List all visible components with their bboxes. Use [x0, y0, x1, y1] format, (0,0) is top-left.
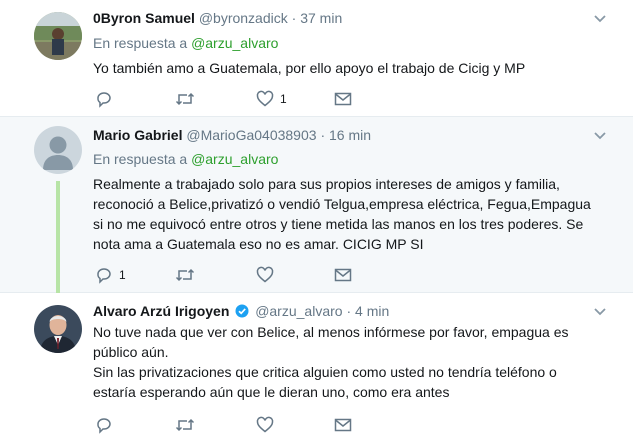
retweet-button[interactable]	[175, 89, 201, 109]
avatar-byron[interactable]	[34, 12, 82, 60]
tweet-text: Yo también amo a Guatemala, por ello apo…	[93, 58, 613, 78]
verified-icon	[235, 304, 249, 318]
separator-dot: ·	[291, 10, 297, 26]
tweet-text-line: Yo también amo a Guatemala, por ello apo…	[93, 60, 526, 76]
message-icon	[334, 418, 352, 432]
author-name[interactable]: Alvaro Arzú Irigoyen	[93, 303, 229, 319]
tweet-header: 0Byron Samuel @byronzadick · 37 min	[93, 9, 342, 27]
tweet-text-line: Realmente a trabajado solo para sus prop…	[93, 176, 560, 192]
reply-mention-link[interactable]: @arzu_alvaro	[191, 151, 278, 167]
tweet-mario[interactable]: Mario Gabriel @MarioGa04038903 · 16 min …	[0, 117, 633, 293]
author-name[interactable]: Mario Gabriel	[93, 127, 182, 143]
like-icon	[256, 90, 274, 107]
author-handle[interactable]: @arzu_alvaro	[255, 303, 342, 319]
tweet-text: Realmente a trabajado solo para sus prop…	[93, 174, 613, 254]
reply-prefix: En respuesta a	[93, 35, 188, 51]
caret-down-icon[interactable]	[593, 307, 607, 317]
timestamp[interactable]: 4 min	[355, 303, 389, 319]
tweet-alvaro[interactable]: Alvaro Arzú Irigoyen @arzu_alvaro · 4 mi…	[0, 293, 633, 442]
reply-mention-link[interactable]: @arzu_alvaro	[191, 35, 278, 51]
author-handle[interactable]: @MarioGa04038903	[186, 127, 316, 143]
separator-dot: ·	[346, 303, 352, 319]
direct-message-button[interactable]	[334, 265, 352, 285]
reply-prefix: En respuesta a	[93, 151, 188, 167]
retweet-button[interactable]	[175, 415, 201, 435]
tweet-header: Alvaro Arzú Irigoyen @arzu_alvaro · 4 mi…	[93, 302, 389, 320]
reply-button[interactable]	[95, 415, 119, 435]
timestamp[interactable]: 37 min	[300, 10, 342, 26]
tweet-actions: 1	[93, 89, 373, 109]
tweet-text-line: estaría esperando aún que le dieran uno,…	[93, 384, 450, 400]
direct-message-button[interactable]	[334, 89, 352, 109]
reply-count: 1	[119, 268, 126, 282]
retweet-button[interactable]	[175, 265, 201, 285]
like-icon	[256, 416, 274, 433]
direct-message-button[interactable]	[334, 415, 352, 435]
tweet-text-line: nota ama a Guatemala eso no es amar. CIC…	[93, 236, 424, 252]
tweet-text-line: No tuve nada que ver con Belice, al meno…	[93, 324, 569, 340]
like-button[interactable]: 1	[256, 89, 287, 109]
retweet-icon	[175, 268, 195, 282]
tweet-text-line: reconoció a Belice,privatizó o vendió Te…	[93, 196, 591, 212]
reply-button[interactable]: 1	[95, 265, 126, 285]
tweet-byron[interactable]: 0Byron Samuel @byronzadick · 37 min En r…	[0, 0, 633, 117]
retweet-icon	[175, 92, 195, 106]
tweet-text-line: público aún.	[93, 344, 169, 360]
timestamp[interactable]: 16 min	[329, 127, 371, 143]
reply-context: En respuesta a @arzu_alvaro	[93, 150, 278, 168]
retweet-icon	[175, 418, 195, 432]
tweet-actions: 1	[93, 265, 373, 285]
message-icon	[334, 268, 352, 282]
tweet-text-line: Sin las privatizaciones que critica algu…	[93, 364, 557, 380]
reply-icon	[97, 92, 111, 108]
tweet-header: Mario Gabriel @MarioGa04038903 · 16 min	[93, 126, 371, 144]
tweet-text: No tuve nada que ver con Belice, al meno…	[93, 322, 613, 402]
author-name[interactable]: 0Byron Samuel	[93, 10, 195, 26]
like-count: 1	[280, 92, 287, 106]
reply-icon	[97, 418, 111, 434]
reply-context: En respuesta a @arzu_alvaro	[93, 34, 278, 52]
reply-button[interactable]	[95, 89, 119, 109]
tweet-text-line: si no me equivocó entre otros y tiene me…	[93, 216, 584, 232]
separator-dot: ·	[320, 127, 326, 143]
author-handle[interactable]: @byronzadick	[199, 10, 288, 26]
thread-connector-line	[56, 181, 60, 299]
avatar-alvaro[interactable]	[34, 305, 82, 353]
like-button[interactable]	[256, 265, 280, 285]
tweet-actions	[93, 415, 373, 435]
caret-down-icon[interactable]	[593, 14, 607, 24]
avatar-mario[interactable]	[34, 126, 82, 174]
message-icon	[334, 92, 352, 106]
reply-icon	[97, 268, 111, 284]
caret-down-icon[interactable]	[593, 131, 607, 141]
like-button[interactable]	[256, 415, 280, 435]
like-icon	[256, 266, 274, 283]
